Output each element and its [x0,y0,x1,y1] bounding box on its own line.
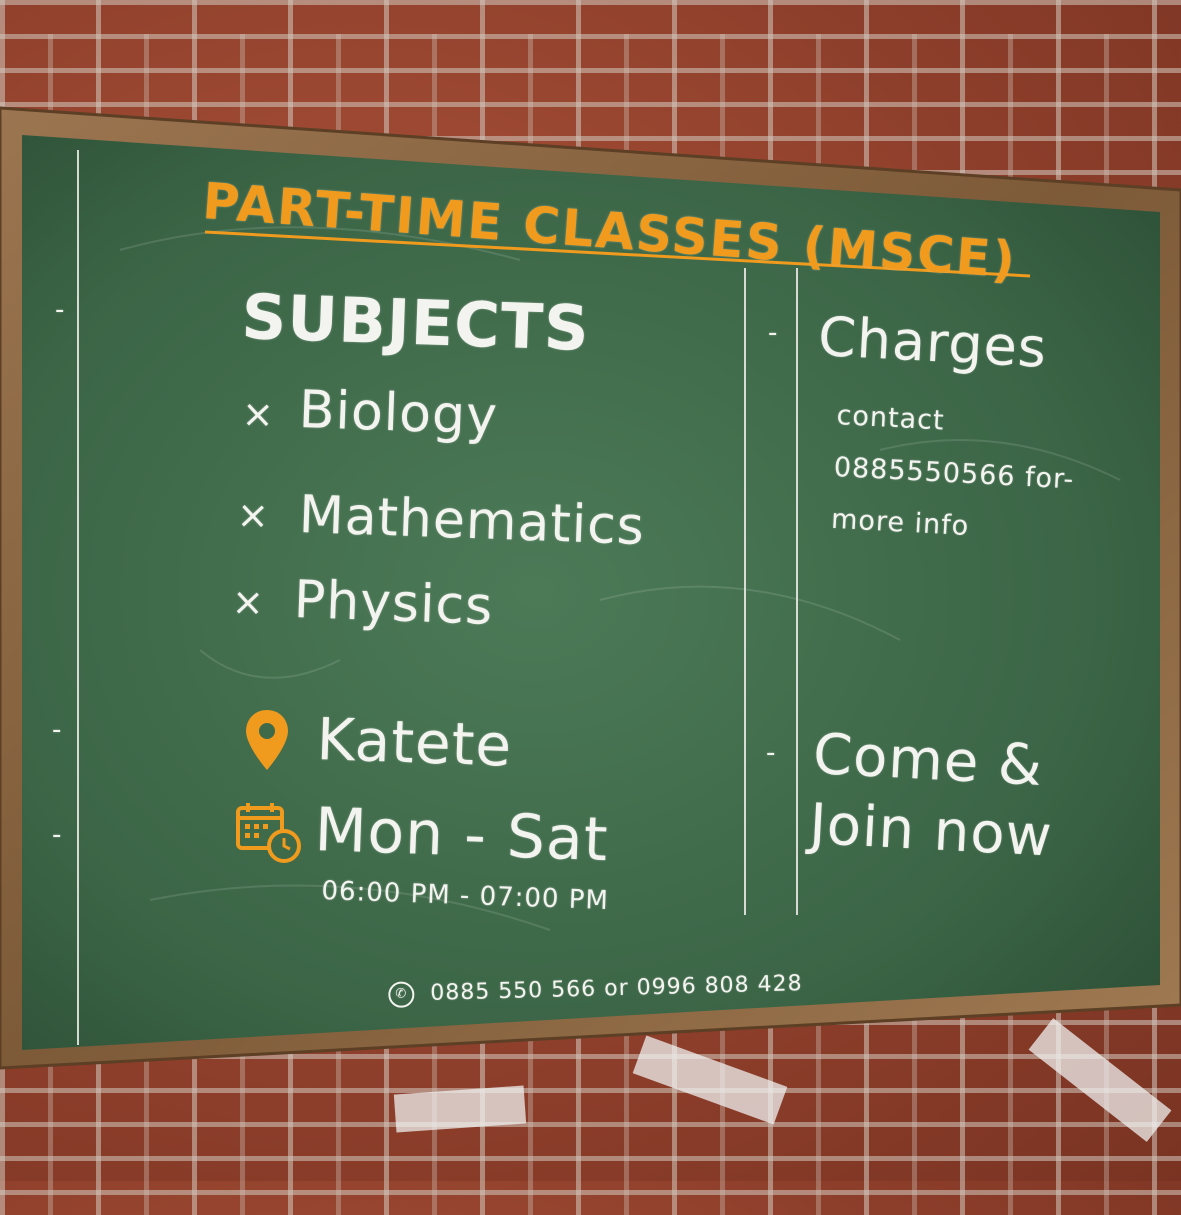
schedule-days: Mon - Sat [313,795,610,876]
margin-dash: - [768,318,779,348]
location-pin-icon [246,710,288,770]
subject-item: Physics [292,570,495,637]
phone-icon: ✆ [388,981,415,1008]
charges-heading: Charges [816,305,1049,380]
margin-dash: - [55,295,66,325]
margin-dash: - [52,820,63,850]
charges-info: contact 0885550566 for-more info [830,399,1075,543]
chalkboard [0,106,1181,1070]
location-text: Katete [315,705,514,780]
margin-dash: - [766,738,777,768]
subject-item: Biology [297,380,499,447]
calendar-clock-icon [236,803,301,863]
call-to-action: Come & Join now [807,721,1055,870]
subjects-heading: SUBJECTS [240,280,591,366]
bullet-x: × [231,579,266,625]
margin-dash: - [52,715,63,745]
subject-item: Mathematics [297,485,646,558]
bullet-x: × [236,492,271,538]
bullet-x: × [241,391,276,437]
